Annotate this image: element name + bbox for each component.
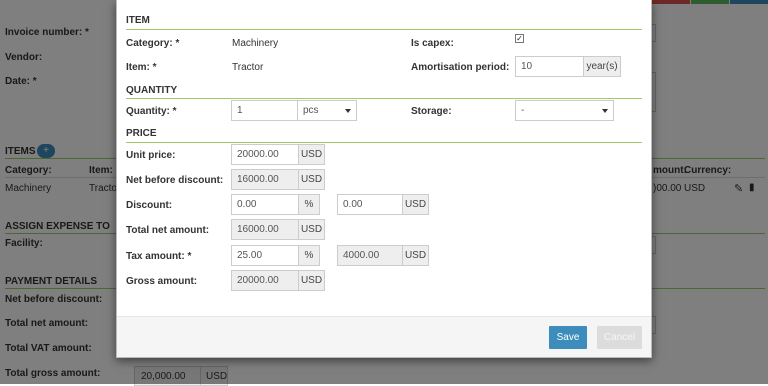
chevron-down-icon xyxy=(602,109,608,113)
item-value: Tractor xyxy=(232,62,264,73)
price-section-title: PRICE xyxy=(126,128,157,139)
is-capex-label: Is capex: xyxy=(411,38,454,49)
storage-select[interactable]: - xyxy=(515,100,614,121)
unit-price-input[interactable]: 20000.00 xyxy=(231,144,299,165)
is-capex-checkbox[interactable]: ✓ xyxy=(515,34,524,43)
chevron-down-icon xyxy=(345,109,351,113)
amortisation-period-input[interactable]: 10 xyxy=(515,56,584,77)
category-value: Machinery xyxy=(232,38,279,49)
discount-percent-input[interactable]: 0.00 xyxy=(231,194,299,215)
category-label: Category: * xyxy=(126,38,180,49)
net-before-discount-label: Net before discount: xyxy=(126,175,224,186)
total-net-amount-label: Total net amount: xyxy=(126,225,210,236)
storage-select-value: - xyxy=(521,105,525,116)
quantity-section-title: QUANTITY xyxy=(126,85,178,96)
item-label: Item: * xyxy=(126,62,157,73)
amortisation-unit: year(s) xyxy=(583,56,621,77)
tax-amount-label: Tax amount: * xyxy=(126,251,192,262)
save-button[interactable]: Save xyxy=(549,326,587,349)
edit-item-modal: ITEM Category: * Machinery Is capex: ✓ I… xyxy=(116,0,652,358)
cancel-button[interactable]: Cancel xyxy=(597,326,642,349)
storage-label: Storage: xyxy=(411,106,452,117)
amortisation-period-label: Amortisation period: xyxy=(411,62,510,73)
quantity-section-divider xyxy=(126,98,642,99)
net-before-discount-currency: USD xyxy=(298,169,325,190)
quantity-input[interactable]: 1 xyxy=(231,100,298,121)
item-section-divider xyxy=(126,29,642,30)
unit-select-value: pcs xyxy=(303,105,319,116)
tax-amount-currency: USD xyxy=(402,245,429,266)
unit-price-label: Unit price: xyxy=(126,150,176,161)
discount-percent-unit: % xyxy=(298,194,320,215)
discount-amount-input[interactable]: 0.00 xyxy=(337,194,403,215)
total-net-amount-value: 16000.00 xyxy=(231,219,299,240)
unit-price-currency: USD xyxy=(298,144,325,165)
gross-amount-label: Gross amount: xyxy=(126,276,198,287)
item-section-title: ITEM xyxy=(126,15,150,26)
tax-percent-unit: % xyxy=(298,245,320,266)
discount-label: Discount: xyxy=(126,200,173,211)
gross-amount-currency: USD xyxy=(298,270,325,291)
total-net-amount-currency: USD xyxy=(298,219,325,240)
tax-percent-input[interactable]: 25.00 xyxy=(231,245,299,266)
quantity-label: Quantity: * xyxy=(126,106,177,117)
tax-amount-value: 4000.00 xyxy=(337,245,403,266)
discount-amount-currency: USD xyxy=(402,194,429,215)
price-section-divider xyxy=(126,142,642,143)
unit-select[interactable]: pcs xyxy=(297,100,357,121)
gross-amount-value: 20000.00 xyxy=(231,270,299,291)
net-before-discount-value: 16000.00 xyxy=(231,169,299,190)
